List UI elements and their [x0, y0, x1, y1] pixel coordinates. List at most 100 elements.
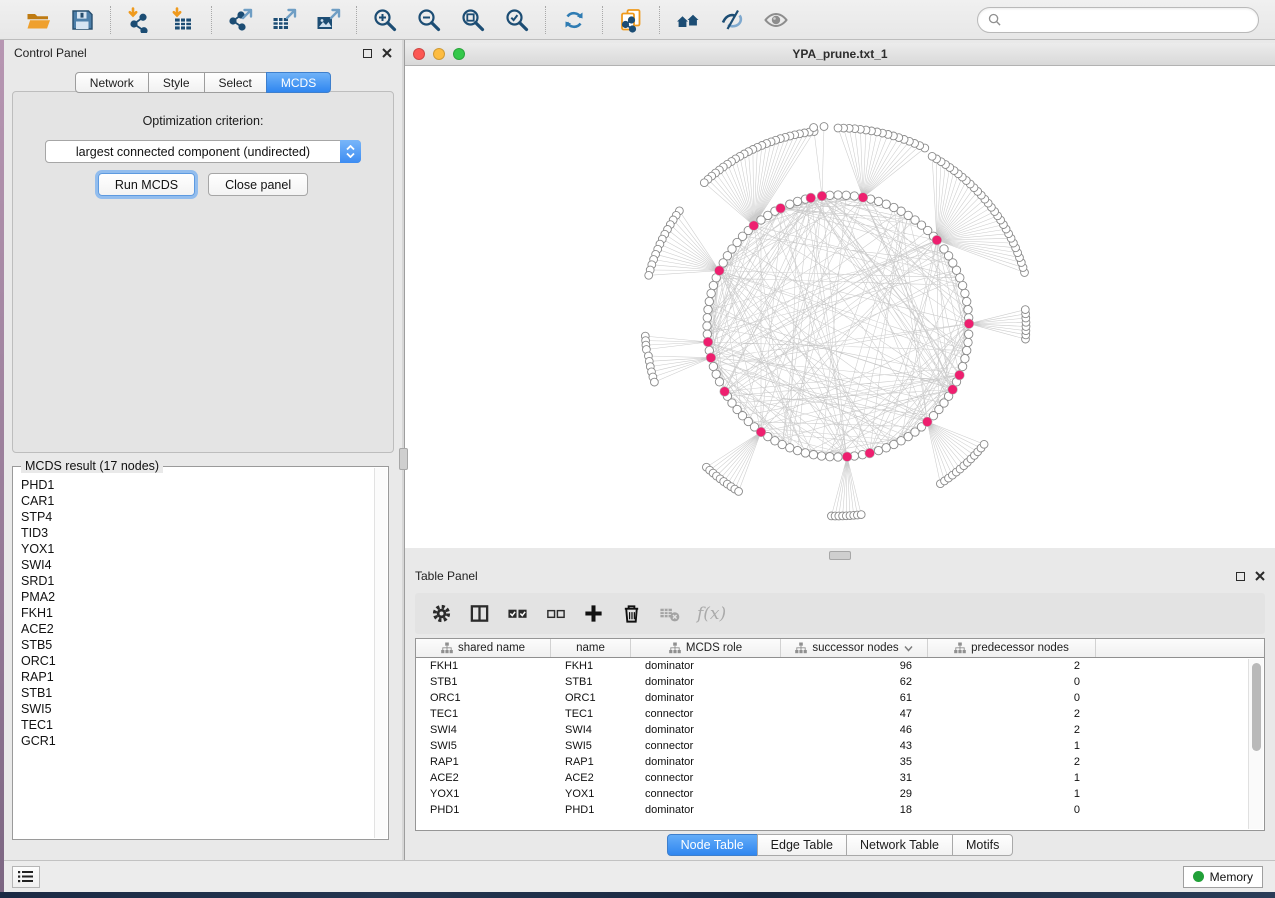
- open-folder-button[interactable]: [23, 5, 53, 35]
- horizontal-splitter[interactable]: [405, 548, 1275, 563]
- mcds-result-list[interactable]: PHD1CAR1STP4TID3YOX1SWI4SRD1PMA2FKH1ACE2…: [21, 477, 374, 837]
- result-node[interactable]: SWI5: [21, 701, 374, 717]
- deselect-all-icon: [545, 603, 566, 624]
- search-input[interactable]: [1007, 13, 1248, 27]
- table-row[interactable]: STB1STB1dominator620: [416, 674, 1264, 690]
- hide-graphics-details-button[interactable]: [717, 5, 747, 35]
- network-view-titlebar[interactable]: YPA_prune.txt_1: [405, 43, 1275, 66]
- result-node[interactable]: TEC1: [21, 717, 374, 733]
- tab-mcds[interactable]: MCDS: [266, 72, 331, 93]
- table-row[interactable]: FKH1FKH1dominator962: [416, 658, 1264, 674]
- save-button[interactable]: [67, 5, 97, 35]
- horizontal-splitter-grip[interactable]: [829, 551, 851, 560]
- table-scrollbar-thumb[interactable]: [1252, 663, 1261, 751]
- tab-node-table[interactable]: Node Table: [667, 834, 758, 856]
- settings-button[interactable]: [431, 603, 452, 624]
- table-row[interactable]: SWI4SWI4dominator462: [416, 722, 1264, 738]
- table-cell: dominator: [631, 756, 781, 768]
- result-node[interactable]: TID3: [21, 525, 374, 541]
- vertical-splitter-grip[interactable]: [399, 448, 408, 470]
- close-panel-button[interactable]: Close panel: [208, 173, 308, 196]
- table-row[interactable]: TEC1TEC1connector472: [416, 706, 1264, 722]
- result-node[interactable]: GCR1: [21, 733, 374, 749]
- result-node[interactable]: STP4: [21, 509, 374, 525]
- deselect-all-button[interactable]: [545, 603, 566, 624]
- result-node[interactable]: ORC1: [21, 653, 374, 669]
- refresh-layout-button[interactable]: [559, 5, 589, 35]
- table-cell: connector: [631, 772, 781, 784]
- result-node[interactable]: FKH1: [21, 605, 374, 621]
- column-header-MCDS-role[interactable]: MCDS role: [631, 639, 781, 657]
- column-header-predecessor-nodes[interactable]: predecessor nodes: [928, 639, 1096, 657]
- add-button[interactable]: [583, 603, 604, 624]
- export-image-button[interactable]: [313, 5, 343, 35]
- tab-edge-table[interactable]: Edge Table: [757, 834, 847, 856]
- delete-button[interactable]: [621, 603, 642, 624]
- tab-select[interactable]: Select: [204, 72, 267, 93]
- tab-network-table[interactable]: Network Table: [846, 834, 953, 856]
- table-cell: 2: [928, 708, 1096, 720]
- table-row[interactable]: ACE2ACE2connector311: [416, 770, 1264, 786]
- memory-button[interactable]: Memory: [1183, 866, 1263, 888]
- tab-style[interactable]: Style: [148, 72, 205, 93]
- table-cell: 61: [781, 692, 928, 704]
- delete-table-button[interactable]: [659, 603, 680, 624]
- network-canvas[interactable]: [405, 66, 1275, 548]
- result-node[interactable]: STB5: [21, 637, 374, 653]
- zoom-in-button[interactable]: [370, 5, 400, 35]
- memory-status-icon: [1193, 871, 1204, 882]
- table-row[interactable]: ORC1ORC1dominator610: [416, 690, 1264, 706]
- task-history-button[interactable]: [12, 866, 40, 888]
- column-type-icon: [954, 642, 966, 654]
- table-row[interactable]: SWI5SWI5connector431: [416, 738, 1264, 754]
- close-panel-icon[interactable]: [382, 48, 392, 58]
- result-node[interactable]: SWI4: [21, 557, 374, 573]
- select-all-button[interactable]: [507, 603, 528, 624]
- result-node[interactable]: YOX1: [21, 541, 374, 557]
- import-network-button[interactable]: [124, 5, 154, 35]
- result-node[interactable]: PMA2: [21, 589, 374, 605]
- zoom-out-button[interactable]: [414, 5, 444, 35]
- float-panel-icon[interactable]: [363, 49, 372, 58]
- float-table-panel-icon[interactable]: [1236, 572, 1245, 581]
- networks-home-icon: [675, 7, 701, 33]
- result-scrollbar[interactable]: [374, 468, 387, 838]
- result-node[interactable]: SRD1: [21, 573, 374, 589]
- column-header-shared-name[interactable]: shared name: [416, 639, 551, 657]
- search-box[interactable]: [977, 7, 1259, 33]
- close-table-panel-icon[interactable]: [1255, 571, 1265, 581]
- network-graph[interactable]: [405, 66, 1275, 548]
- result-node[interactable]: PHD1: [21, 477, 374, 493]
- show-graphics-details-button[interactable]: [761, 5, 791, 35]
- export-network-button[interactable]: [225, 5, 255, 35]
- table-cell: STB1: [416, 676, 551, 688]
- column-header-successor-nodes[interactable]: successor nodes: [781, 639, 928, 657]
- table-scrollbar[interactable]: [1248, 659, 1263, 829]
- function-builder-button[interactable]: f(x): [697, 604, 726, 624]
- result-node[interactable]: CAR1: [21, 493, 374, 509]
- result-node[interactable]: RAP1: [21, 669, 374, 685]
- networks-home-button[interactable]: [673, 5, 703, 35]
- table-cell: TEC1: [551, 708, 631, 720]
- table-row[interactable]: RAP1RAP1dominator352: [416, 754, 1264, 770]
- column-header-name[interactable]: name: [551, 639, 631, 657]
- zoom-selected-button[interactable]: [502, 5, 532, 35]
- mcds-result-title: MCDS result (17 nodes): [21, 459, 163, 473]
- close-window-icon[interactable]: [413, 48, 425, 60]
- table-cell: dominator: [631, 692, 781, 704]
- columns-button[interactable]: [469, 603, 490, 624]
- zoom-fit-button[interactable]: [458, 5, 488, 35]
- result-node[interactable]: ACE2: [21, 621, 374, 637]
- export-table-button[interactable]: [269, 5, 299, 35]
- tab-motifs[interactable]: Motifs: [952, 834, 1013, 856]
- import-table-button[interactable]: [168, 5, 198, 35]
- minimize-window-icon[interactable]: [433, 48, 445, 60]
- table-row[interactable]: YOX1YOX1connector291: [416, 786, 1264, 802]
- table-row[interactable]: PHD1PHD1dominator180: [416, 802, 1264, 818]
- result-node[interactable]: STB1: [21, 685, 374, 701]
- maximize-window-icon[interactable]: [453, 48, 465, 60]
- tab-network[interactable]: Network: [75, 72, 149, 93]
- clone-network-button[interactable]: [616, 5, 646, 35]
- criterion-select[interactable]: largest connected component (undirected): [45, 140, 361, 163]
- run-mcds-button[interactable]: Run MCDS: [98, 173, 195, 196]
